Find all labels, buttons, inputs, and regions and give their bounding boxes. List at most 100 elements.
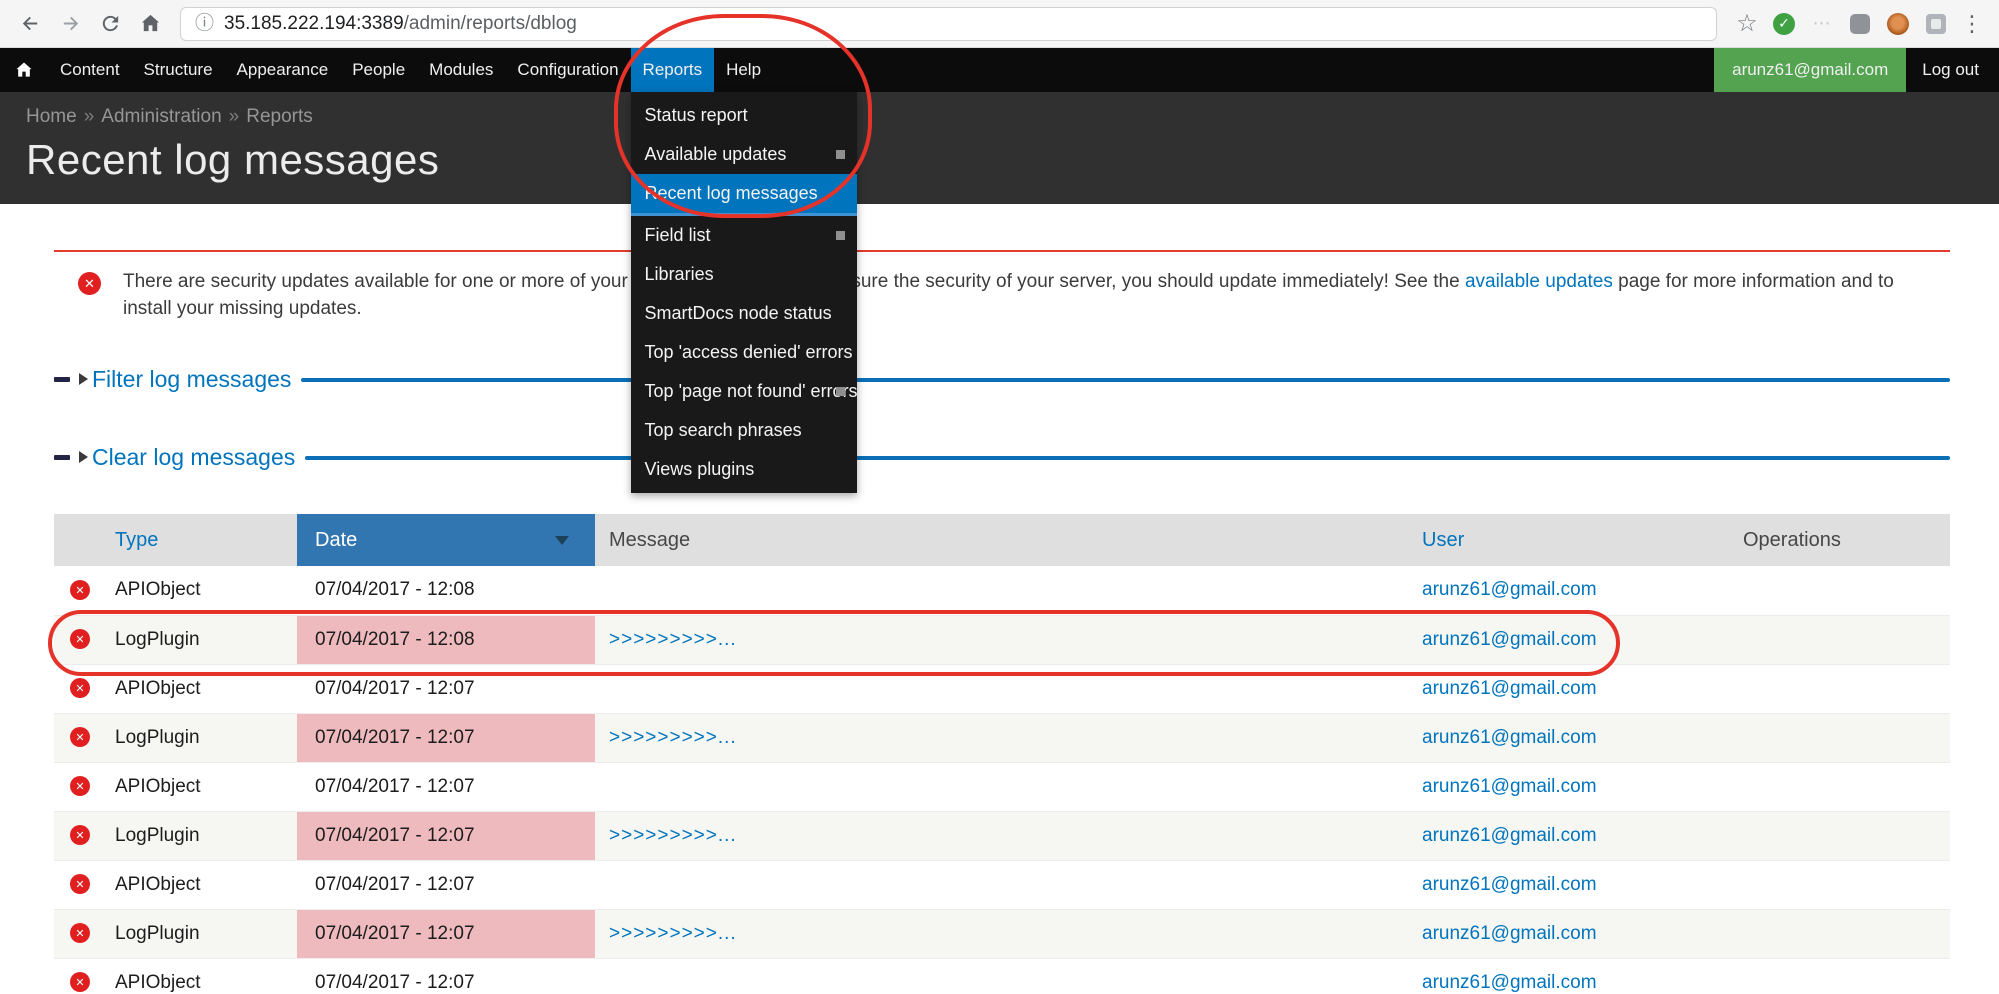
log-message-link[interactable]: >>>>>>>>>... (609, 727, 737, 748)
user-link[interactable]: arunz61@gmail.com (1422, 923, 1597, 944)
log-row: ✕LogPlugin07/04/2017 - 12:07>>>>>>>>>...… (54, 713, 1950, 762)
admin-menu-item-help[interactable]: Help (714, 48, 773, 92)
warning-text: There are security updates available for… (123, 268, 1903, 322)
reports-menu-item[interactable]: Top 'access denied' errors (631, 333, 857, 372)
drupal-home-icon[interactable] (0, 48, 48, 92)
extension-disabled-icon[interactable]: ⋯ (1810, 12, 1834, 36)
log-message-link[interactable]: >>>>>>>>>... (609, 629, 737, 650)
operations-cell (1721, 615, 1950, 664)
log-message-link[interactable]: >>>>>>>>>... (609, 923, 737, 944)
collapsed-arrow-icon (79, 373, 88, 385)
log-type-label: APIObject (115, 874, 201, 895)
menu-badge-icon (836, 150, 845, 159)
log-type-label: APIObject (115, 776, 201, 797)
fieldset-dash (54, 455, 70, 460)
column-header-date[interactable]: Date (297, 514, 595, 566)
menu-badge-icon (836, 387, 845, 396)
log-type-label: APIObject (115, 579, 201, 600)
reports-menu-item[interactable]: Top 'page not found' errors (631, 372, 857, 411)
reports-menu-item[interactable]: Available updates (631, 135, 857, 174)
reports-menu-item[interactable]: Top search phrases (631, 411, 857, 450)
error-status-icon: ✕ (70, 825, 90, 845)
user-link[interactable]: arunz61@gmail.com (1422, 579, 1597, 600)
error-status-icon: ✕ (70, 776, 90, 796)
reports-menu-item[interactable]: SmartDocs node status (631, 294, 857, 333)
reports-dropdown-menu: Status reportAvailable updatesRecent log… (631, 92, 857, 493)
admin-menu-item-structure[interactable]: Structure (132, 48, 225, 92)
admin-menu-item-modules[interactable]: Modules (417, 48, 505, 92)
user-link[interactable]: arunz61@gmail.com (1422, 678, 1597, 699)
admin-menu-item-people[interactable]: People (340, 48, 417, 92)
fieldset-dash (54, 377, 70, 382)
log-type-label: APIObject (115, 678, 201, 699)
log-message-link[interactable]: >>>>>>>>>... (609, 825, 737, 846)
admin-menu-item-configuration[interactable]: Configuration (505, 48, 630, 92)
forward-icon[interactable] (52, 6, 88, 42)
reports-menu-item[interactable]: Status report (631, 96, 857, 135)
log-date-cell: 07/04/2017 - 12:07 (297, 664, 595, 713)
log-row: ✕LogPlugin07/04/2017 - 12:07>>>>>>>>>...… (54, 909, 1950, 958)
log-row: ✕ LogPlugin 07/04/2017 - 12:07 >>>>>>>>>...… (54, 811, 1950, 860)
operations-cell (1721, 664, 1950, 713)
extension-orange-icon[interactable] (1886, 12, 1910, 36)
user-link[interactable]: arunz61@gmail.com (1422, 972, 1597, 993)
menu-badge-icon (836, 231, 845, 240)
error-status-icon: ✕ (70, 678, 90, 698)
reports-menu-item[interactable]: Views plugins (631, 450, 857, 489)
operations-cell (1721, 811, 1950, 860)
reports-menu-item[interactable]: Recent log messages (631, 174, 857, 216)
home-icon[interactable] (132, 6, 168, 42)
clear-log-messages-toggle[interactable]: Clear log messages (92, 444, 295, 471)
toolbar-spacer (773, 48, 1714, 92)
extension-gray-icon[interactable] (1848, 12, 1872, 36)
extension-capture-icon[interactable] (1924, 12, 1948, 36)
admin-menu-item-content[interactable]: Content (48, 48, 132, 92)
user-link[interactable]: arunz61@gmail.com (1422, 629, 1597, 650)
available-updates-link[interactable]: available updates (1465, 271, 1613, 292)
error-status-icon: ✕ (70, 629, 90, 649)
collapsed-arrow-icon (79, 451, 88, 463)
admin-menu: ContentStructureAppearancePeopleModulesC… (48, 48, 773, 92)
security-update-warning: ✕ There are security updates available f… (54, 250, 1950, 328)
page-info-icon[interactable]: ⓘ (195, 14, 214, 33)
filter-log-messages-toggle[interactable]: Filter log messages (92, 366, 291, 393)
operations-cell (1721, 762, 1950, 811)
clear-log-fieldset: Clear log messages (54, 442, 1950, 472)
bookmark-star-icon[interactable]: ☆ (1731, 9, 1763, 38)
column-header-user[interactable]: User (1402, 514, 1721, 566)
breadcrumb-separator: » (229, 106, 240, 127)
log-type-label: LogPlugin (115, 825, 200, 846)
column-header-type[interactable]: Type (54, 514, 297, 566)
logout-button[interactable]: Log out (1906, 48, 1995, 92)
admin-menu-item-reports[interactable]: Reports Status reportAvailable updatesRe… (631, 48, 715, 92)
column-header-message: Message (595, 514, 1402, 566)
log-date-cell: 07/04/2017 - 12:07 (297, 811, 595, 860)
error-status-icon: ✕ (70, 874, 90, 894)
back-icon[interactable] (12, 6, 48, 42)
user-link[interactable]: arunz61@gmail.com (1422, 776, 1597, 797)
browser-menu-icon[interactable]: ⋮ (1957, 11, 1987, 37)
user-link[interactable]: arunz61@gmail.com (1422, 874, 1597, 895)
reports-menu-item[interactable]: Field list (631, 216, 857, 255)
page-header: Home»Administration»Reports Recent log m… (0, 92, 1999, 204)
breadcrumb-item[interactable]: Home (26, 106, 77, 127)
log-messages-table: TypeDateMessageUserOperations ✕APIObject… (54, 514, 1950, 994)
breadcrumb-item[interactable]: Reports (246, 106, 313, 127)
user-link[interactable]: arunz61@gmail.com (1422, 727, 1597, 748)
error-icon: ✕ (78, 272, 101, 295)
reload-icon[interactable] (92, 6, 128, 42)
url-text: 35.185.222.194:3389/admin/reports/dblog (224, 13, 577, 35)
address-bar[interactable]: ⓘ 35.185.222.194:3389/admin/reports/dblo… (180, 7, 1717, 41)
admin-menu-item-appearance[interactable]: Appearance (225, 48, 341, 92)
user-link[interactable]: arunz61@gmail.com (1422, 825, 1597, 846)
log-date-cell: 07/04/2017 - 12:07 (297, 762, 595, 811)
url-host: 35.185.222.194:3389 (224, 13, 404, 34)
fieldset-rule (301, 378, 1950, 382)
breadcrumb-item[interactable]: Administration (101, 106, 221, 127)
extension-check-icon[interactable]: ✓ (1772, 12, 1796, 36)
operations-cell (1721, 860, 1950, 909)
log-row: ✕ APIObject 07/04/2017 - 12:07 arunz61@gmai… (54, 762, 1950, 811)
reports-menu-item[interactable]: Libraries (631, 255, 857, 294)
account-button[interactable]: arunz61@gmail.com (1714, 48, 1906, 92)
log-date-cell: 07/04/2017 - 12:08 (297, 615, 595, 664)
